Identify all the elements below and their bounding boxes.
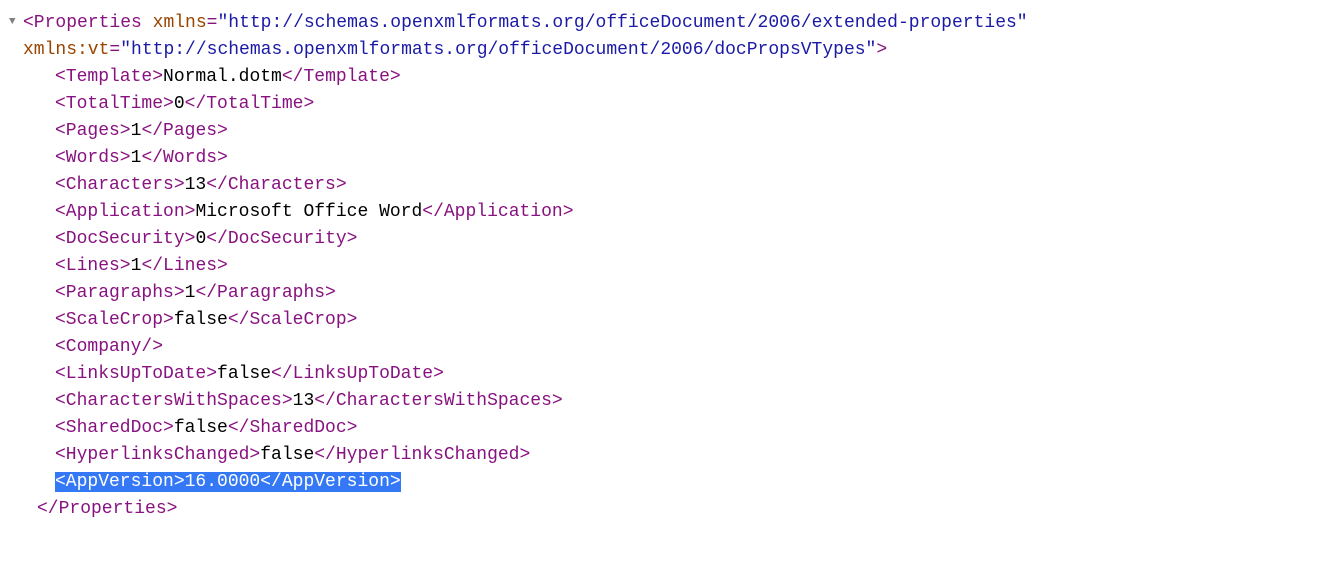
xml-element: <Pages>1</Pages> xyxy=(55,121,228,141)
xml-element: <Paragraphs>1</Paragraphs> xyxy=(55,283,336,303)
highlighted-element: <AppVersion>16.0000</AppVersion> xyxy=(55,472,401,492)
open-tag: <Company/> xyxy=(55,337,163,357)
xml-element-line[interactable]: <CharactersWithSpaces>13</CharactersWith… xyxy=(5,388,1327,415)
xml-element: <ScaleCrop>false</ScaleCrop> xyxy=(55,310,357,330)
attr-name: xmlns:vt xyxy=(23,40,109,60)
element-text: 1 xyxy=(131,121,142,141)
open-tag: <AppVersion> xyxy=(55,472,185,492)
close-tag: </DocSecurity> xyxy=(206,229,357,249)
attr-name: xmlns xyxy=(153,13,207,33)
root-close-tag: </Properties> xyxy=(37,499,177,519)
xml-element-line[interactable]: <Characters>13</Characters> xyxy=(5,172,1327,199)
xml-element: <Characters>13</Characters> xyxy=(55,175,347,195)
xml-element: <TotalTime>0</TotalTime> xyxy=(55,94,314,114)
open-tag: <Template> xyxy=(55,67,163,87)
close-tag: </Words> xyxy=(141,148,227,168)
element-text: false xyxy=(217,364,271,384)
xml-element: <CharactersWithSpaces>13</CharactersWith… xyxy=(55,391,563,411)
element-text: 1 xyxy=(131,256,142,276)
xml-element-line[interactable]: <DocSecurity>0</DocSecurity> xyxy=(5,226,1327,253)
xml-element-line[interactable]: <Words>1</Words> xyxy=(5,145,1327,172)
xml-element-line[interactable]: <LinksUpToDate>false</LinksUpToDate> xyxy=(5,361,1327,388)
open-tag: <DocSecurity> xyxy=(55,229,195,249)
disclosure-icon[interactable]: ▼ xyxy=(9,14,21,31)
xml-element-line[interactable]: <HyperlinksChanged>false</HyperlinksChan… xyxy=(5,442,1327,469)
close-tag: </HyperlinksChanged> xyxy=(314,445,530,465)
xml-element: <Words>1</Words> xyxy=(55,148,228,168)
element-text: 0 xyxy=(174,94,185,114)
close-tag: </SharedDoc> xyxy=(228,418,358,438)
close-tag: </Characters> xyxy=(206,175,346,195)
xml-element-line[interactable]: <Pages>1</Pages> xyxy=(5,118,1327,145)
element-text: 1 xyxy=(131,148,142,168)
xml-element-line[interactable]: <Template>Normal.dotm</Template> xyxy=(5,64,1327,91)
open-tag: <TotalTime> xyxy=(55,94,174,114)
element-text: 0 xyxy=(195,229,206,249)
xml-element: <Company/> xyxy=(55,337,163,357)
close-tag: </CharactersWithSpaces> xyxy=(314,391,562,411)
xml-children-container: <Template>Normal.dotm</Template> <TotalTi… xyxy=(5,64,1327,496)
close-tag: </Application> xyxy=(422,202,573,222)
element-text: Normal.dotm xyxy=(163,67,282,87)
close-tag: </Pages> xyxy=(141,121,227,141)
element-text: Microsoft Office Word xyxy=(195,202,422,222)
close-tag: </Paragraphs> xyxy=(195,283,335,303)
xml-element: <HyperlinksChanged>false</HyperlinksChan… xyxy=(55,445,530,465)
open-tag: <LinksUpToDate> xyxy=(55,364,217,384)
attr-value: "http://schemas.openxmlformats.org/offic… xyxy=(120,40,876,60)
xml-element-line[interactable]: <Application>Microsoft Office Word</Appl… xyxy=(5,199,1327,226)
open-tag: <CharactersWithSpaces> xyxy=(55,391,293,411)
open-tag: <SharedDoc> xyxy=(55,418,174,438)
open-tag: <Lines> xyxy=(55,256,131,276)
open-tag: <HyperlinksChanged> xyxy=(55,445,260,465)
element-text: 13 xyxy=(185,175,207,195)
open-tag: <Application> xyxy=(55,202,195,222)
xml-element: <DocSecurity>0</DocSecurity> xyxy=(55,229,357,249)
element-text: 16.0000 xyxy=(185,472,261,492)
open-tag: <Paragraphs> xyxy=(55,283,185,303)
open-tag: <Characters> xyxy=(55,175,185,195)
xml-element-line[interactable]: <SharedDoc>false</SharedDoc> xyxy=(5,415,1327,442)
close-tag: </LinksUpToDate> xyxy=(271,364,444,384)
xml-root-open-line[interactable]: ▼<Properties xmlns="http://schemas.openx… xyxy=(5,10,1327,37)
xml-element: <Application>Microsoft Office Word</Appl… xyxy=(55,202,574,222)
xml-element: <Lines>1</Lines> xyxy=(55,256,228,276)
element-text: false xyxy=(174,310,228,330)
close-tag: </AppVersion> xyxy=(260,472,400,492)
xml-element-line[interactable]: <Company/> xyxy=(5,334,1327,361)
tag-close-bracket: > xyxy=(876,40,887,60)
close-tag: </Lines> xyxy=(141,256,227,276)
element-text: 1 xyxy=(185,283,196,303)
close-tag: </ScaleCrop> xyxy=(228,310,358,330)
close-tag: </TotalTime> xyxy=(185,94,315,114)
xml-root-close-line[interactable]: </Properties> xyxy=(5,496,1327,523)
element-text: false xyxy=(174,418,228,438)
attr-value: "http://schemas.openxmlformats.org/offic… xyxy=(217,13,1027,33)
close-tag: </Template> xyxy=(282,67,401,87)
xml-element-line[interactable]: <TotalTime>0</TotalTime> xyxy=(5,91,1327,118)
xml-element: <SharedDoc>false</SharedDoc> xyxy=(55,418,357,438)
open-tag: <ScaleCrop> xyxy=(55,310,174,330)
xml-element-line[interactable]: <Paragraphs>1</Paragraphs> xyxy=(5,280,1327,307)
xml-root-attr-line[interactable]: xmlns:vt="http://schemas.openxmlformats.… xyxy=(5,40,887,60)
xml-element-line[interactable]: <Lines>1</Lines> xyxy=(5,253,1327,280)
xml-element: <LinksUpToDate>false</LinksUpToDate> xyxy=(55,364,444,384)
xml-element-line[interactable]: <AppVersion>16.0000</AppVersion> xyxy=(5,469,1327,496)
xml-element-line[interactable]: <ScaleCrop>false</ScaleCrop> xyxy=(5,307,1327,334)
xml-element: <Template>Normal.dotm</Template> xyxy=(55,67,401,87)
element-text: 13 xyxy=(293,391,315,411)
open-tag: <Pages> xyxy=(55,121,131,141)
root-open-tag: <Properties xyxy=(23,13,142,33)
open-tag: <Words> xyxy=(55,148,131,168)
element-text: false xyxy=(260,445,314,465)
